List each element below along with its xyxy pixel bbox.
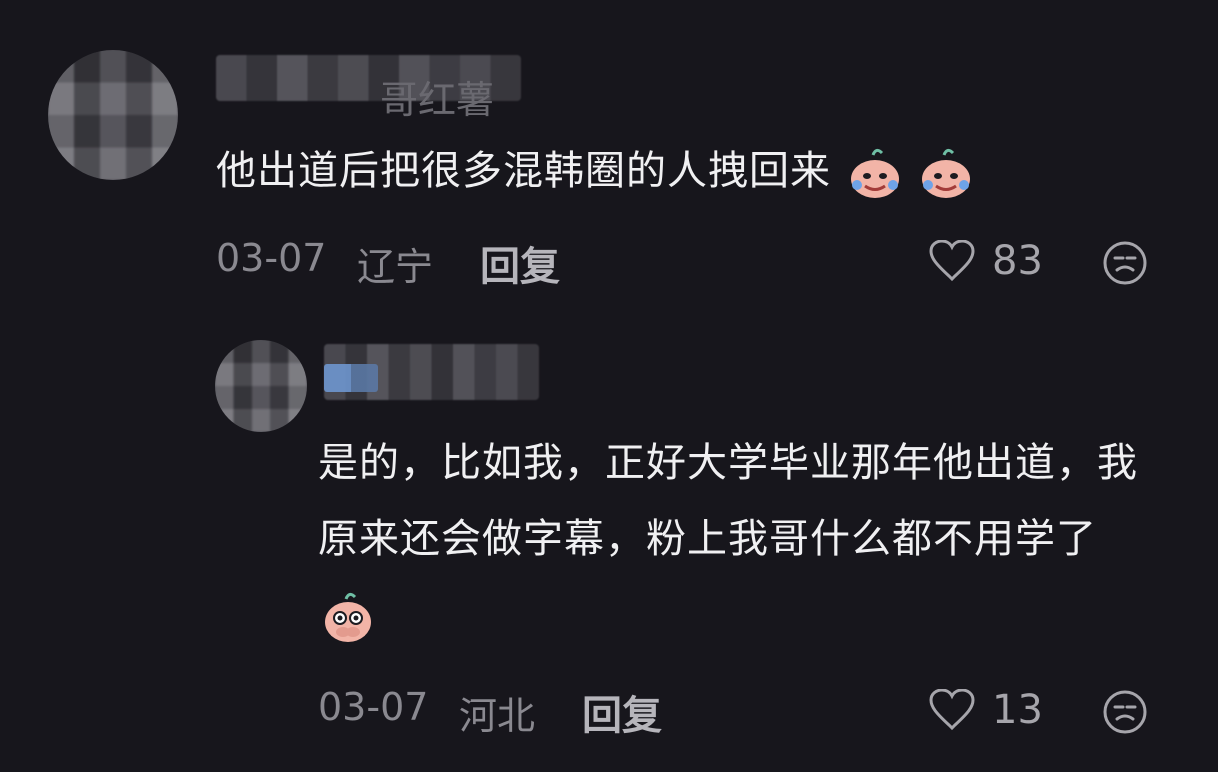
avatar-mosaic xyxy=(48,50,178,180)
comment-location: 河北 xyxy=(459,694,536,738)
comment-text: 是的，比如我，正好大学毕业那年他出道，我原来还会做字幕，粉上我哥什么都不用学了 xyxy=(318,425,1160,653)
emoji-reaction-icon[interactable] xyxy=(1101,688,1149,736)
like-button[interactable]: 83 xyxy=(928,238,1043,284)
user-badge-redaction xyxy=(324,364,378,392)
comment-text: 他出道后把很多混韩圈的人拽回来 xyxy=(216,133,1176,209)
reply-button[interactable]: 回复 xyxy=(582,683,662,741)
comment-date: 03-07 xyxy=(318,685,429,729)
reply-button[interactable]: 回复 xyxy=(480,234,560,292)
peeking-emoji xyxy=(320,589,376,645)
crying-laugh-emoji xyxy=(918,145,974,201)
like-button[interactable]: 13 xyxy=(928,687,1043,733)
crying-laugh-emoji xyxy=(847,145,903,201)
like-count: 13 xyxy=(992,687,1043,733)
avatar-mosaic xyxy=(215,340,307,432)
comment-item-2: 是的，比如我，正好大学毕业那年他出道，我原来还会做字幕，粉上我哥什么都不用学了 … xyxy=(0,330,1218,772)
comment-date: 03-07 xyxy=(216,236,327,280)
heart-icon xyxy=(928,240,976,282)
comment-item-1: 哥红薯 他出道后把很多混韩圈的人拽回来 03-07 辽宁 回复 83 xyxy=(0,0,1218,330)
user-avatar[interactable] xyxy=(215,340,307,432)
comment-location: 辽宁 xyxy=(357,245,434,289)
user-name[interactable]: 哥红薯 xyxy=(380,69,494,124)
comment-text-content: 是的，比如我，正好大学毕业那年他出道，我原来还会做字幕，粉上我哥什么都不用学了 xyxy=(318,440,1138,562)
comment-text-content: 他出道后把很多混韩圈的人拽回来 xyxy=(216,148,831,194)
like-count: 83 xyxy=(992,238,1043,284)
emoji-reaction-icon[interactable] xyxy=(1101,239,1149,287)
user-avatar[interactable] xyxy=(48,50,178,180)
heart-icon xyxy=(928,689,976,731)
